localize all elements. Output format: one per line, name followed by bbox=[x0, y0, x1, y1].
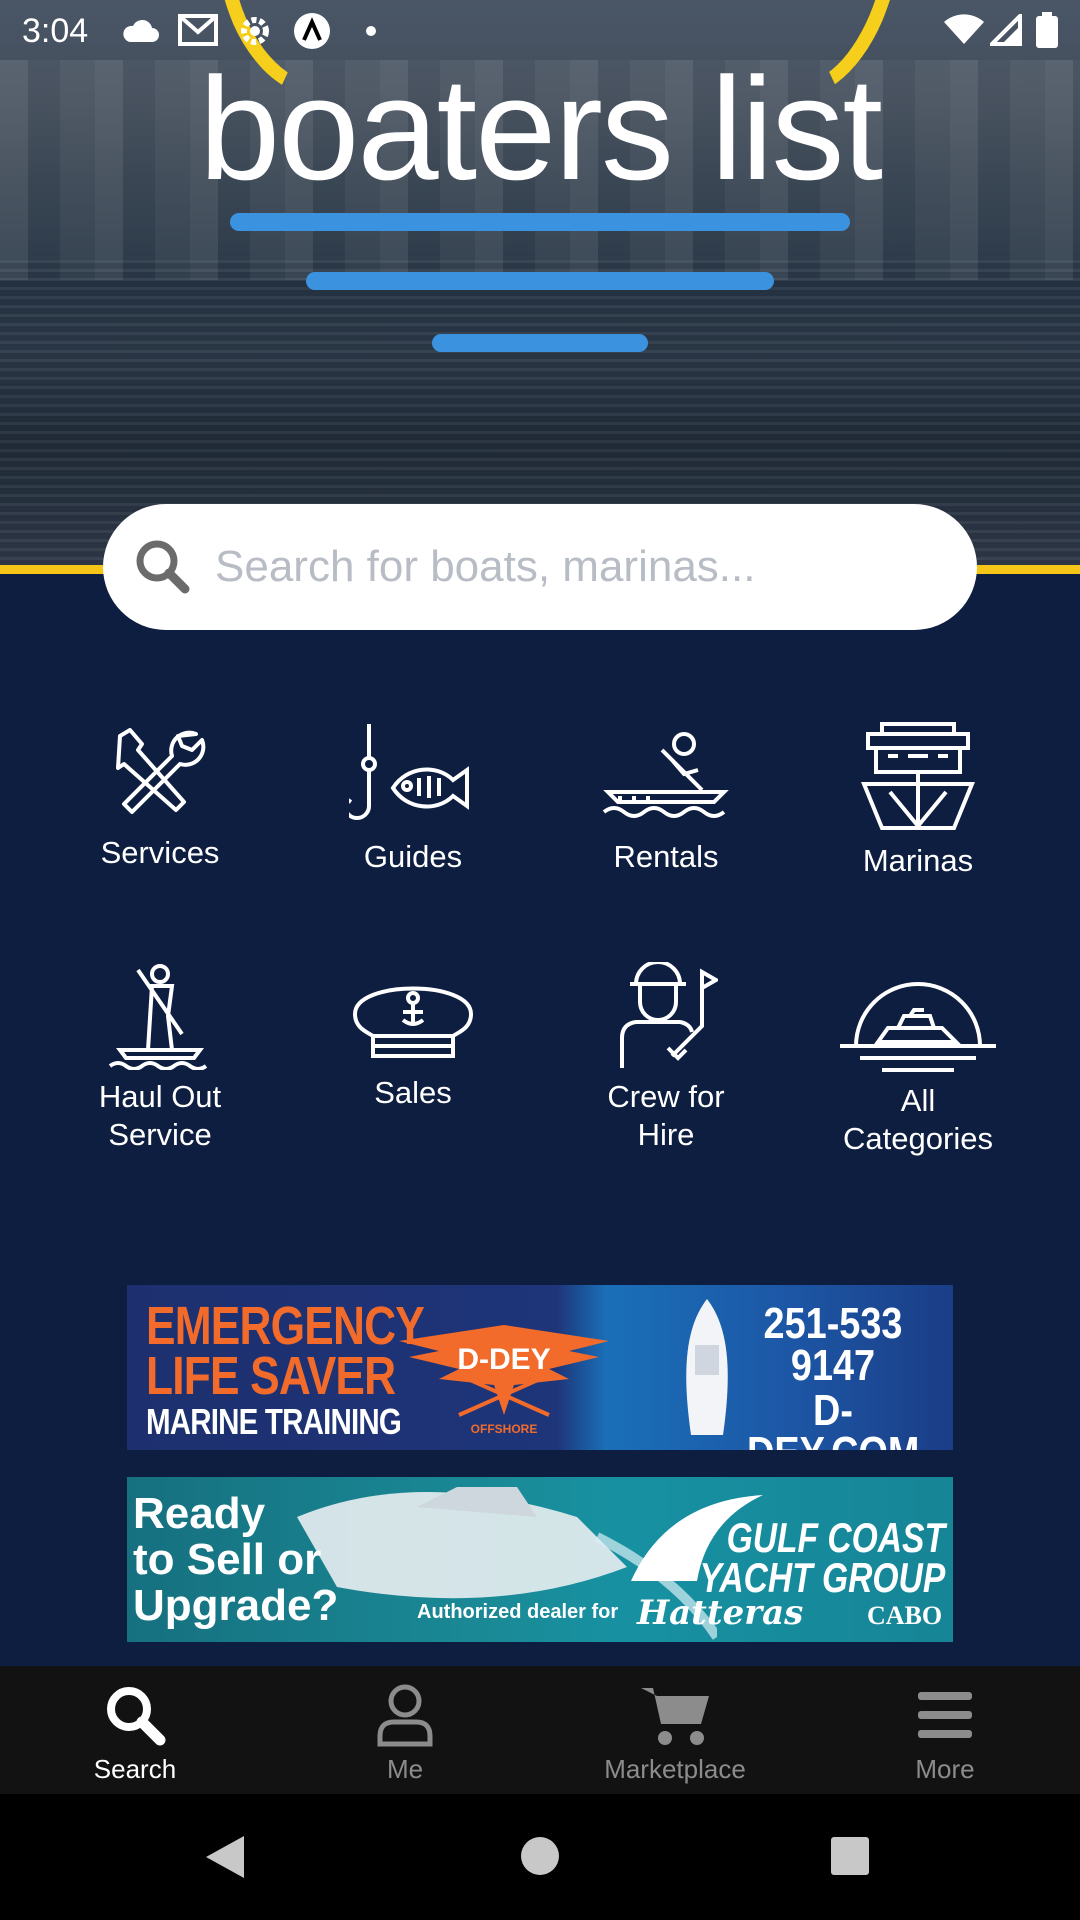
logo-wave-3 bbox=[432, 334, 648, 352]
ad2-dealer-text: Authorized dealer for bbox=[417, 1601, 619, 1623]
battery-icon bbox=[1036, 12, 1058, 48]
dot-icon bbox=[366, 26, 376, 36]
paddleboard-icon bbox=[108, 964, 208, 1070]
ad1-phone-2: 9147 bbox=[790, 1341, 876, 1390]
ad1-boat-image bbox=[686, 1299, 728, 1435]
category-marinas[interactable]: Marinas bbox=[792, 722, 1044, 880]
system-navigation-bar bbox=[0, 1794, 1080, 1920]
category-label: Sales bbox=[374, 1075, 452, 1110]
ad1-phone-1: 251-533 bbox=[763, 1299, 903, 1348]
settings-icon bbox=[241, 17, 269, 45]
status-time: 3:04 bbox=[22, 12, 89, 50]
category-label: Guides bbox=[363, 839, 463, 874]
tools-icon bbox=[116, 728, 206, 814]
nav-me[interactable]: Me bbox=[270, 1666, 540, 1794]
ad2-headline-2: to Sell or bbox=[133, 1535, 322, 1584]
bottom-navigation: Search Me Marketplace More bbox=[0, 1666, 1080, 1794]
cloud-icon bbox=[123, 19, 159, 42]
nav-label: Marketplace bbox=[604, 1754, 746, 1784]
category-guides[interactable]: Guides bbox=[287, 722, 539, 876]
ship-icon bbox=[861, 722, 975, 830]
category-haul-out-service[interactable]: Haul Out Service bbox=[34, 962, 286, 1154]
person-icon bbox=[377, 1684, 433, 1747]
menu-icon bbox=[918, 1692, 972, 1738]
ad2-brand-1: GULF COAST bbox=[726, 1514, 945, 1561]
category-services[interactable]: Services bbox=[34, 722, 286, 872]
hero-banner: boaters list bbox=[0, 0, 1080, 568]
search-icon bbox=[107, 1687, 166, 1746]
ad1-headline-1: EMERGENCY bbox=[146, 1296, 425, 1356]
nav-label: More bbox=[915, 1754, 975, 1784]
category-rentals[interactable]: Rentals bbox=[540, 722, 792, 876]
nav-label: Me bbox=[386, 1754, 424, 1784]
cart-icon bbox=[641, 1688, 709, 1745]
app-logo: boaters list bbox=[199, 47, 883, 210]
ad2-headline-1: Ready bbox=[133, 1489, 266, 1538]
back-icon[interactable] bbox=[204, 1834, 246, 1880]
ad1-subline: MARINE TRAINING bbox=[146, 1401, 402, 1442]
crew-icon bbox=[620, 962, 718, 1068]
ad1-brand: D-DEY bbox=[457, 1343, 550, 1376]
nav-marketplace[interactable]: Marketplace bbox=[540, 1666, 810, 1794]
eagle-logo-icon: D-DEY OFFSHORE bbox=[399, 1325, 609, 1435]
signal-icon bbox=[990, 14, 1022, 46]
ad1-headline-2: LIFE SAVER bbox=[146, 1346, 396, 1406]
category-label: Haul Out Service bbox=[98, 1079, 222, 1152]
category-label: Rentals bbox=[613, 839, 719, 874]
home-icon[interactable] bbox=[520, 1836, 560, 1876]
category-sales[interactable]: Sales bbox=[287, 962, 539, 1112]
status-bar: 3:04 bbox=[0, 0, 1080, 62]
ad2-headline-3: Upgrade? bbox=[133, 1581, 339, 1630]
logo-wave-2 bbox=[306, 272, 774, 290]
ad1-website: D-DEY.COM bbox=[747, 1386, 919, 1451]
nav-label: Search bbox=[93, 1754, 177, 1784]
search-input[interactable] bbox=[215, 542, 955, 592]
kayak-icon bbox=[602, 732, 729, 818]
ad-banner-d-dey[interactable]: EMERGENCY LIFE SAVER MARINE TRAINING D-D… bbox=[127, 1285, 953, 1450]
gmail-icon bbox=[178, 14, 218, 46]
ad2-cabo: CABO bbox=[867, 1601, 943, 1630]
ad2-hatteras: Hatteras bbox=[637, 1593, 804, 1633]
wifi-icon bbox=[944, 14, 984, 44]
sunset-boat-icon bbox=[840, 982, 996, 1072]
captain-hat-icon bbox=[352, 986, 474, 1058]
nav-more[interactable]: More bbox=[810, 1666, 1080, 1794]
category-label: Crew for Hire bbox=[607, 1079, 725, 1152]
app-a-icon bbox=[294, 13, 330, 49]
category-all-categories[interactable]: All Categories bbox=[792, 962, 1044, 1158]
category-label: All Categories bbox=[843, 1083, 993, 1156]
category-label: Services bbox=[100, 835, 220, 870]
recents-icon[interactable] bbox=[830, 1836, 870, 1876]
ad-banner-gulf-coast-yacht[interactable]: Ready to Sell or Upgrade? GULF COAST YAC… bbox=[127, 1477, 953, 1642]
search-bar[interactable] bbox=[103, 504, 977, 630]
category-crew-for-hire[interactable]: Crew for Hire bbox=[540, 962, 792, 1154]
logo-wave-1 bbox=[230, 213, 850, 231]
fishing-hook-icon bbox=[349, 724, 469, 820]
search-icon bbox=[136, 540, 190, 594]
ad1-brand-sub: OFFSHORE bbox=[471, 1422, 538, 1435]
nav-search[interactable]: Search bbox=[0, 1666, 270, 1794]
category-label: Marinas bbox=[862, 843, 974, 878]
